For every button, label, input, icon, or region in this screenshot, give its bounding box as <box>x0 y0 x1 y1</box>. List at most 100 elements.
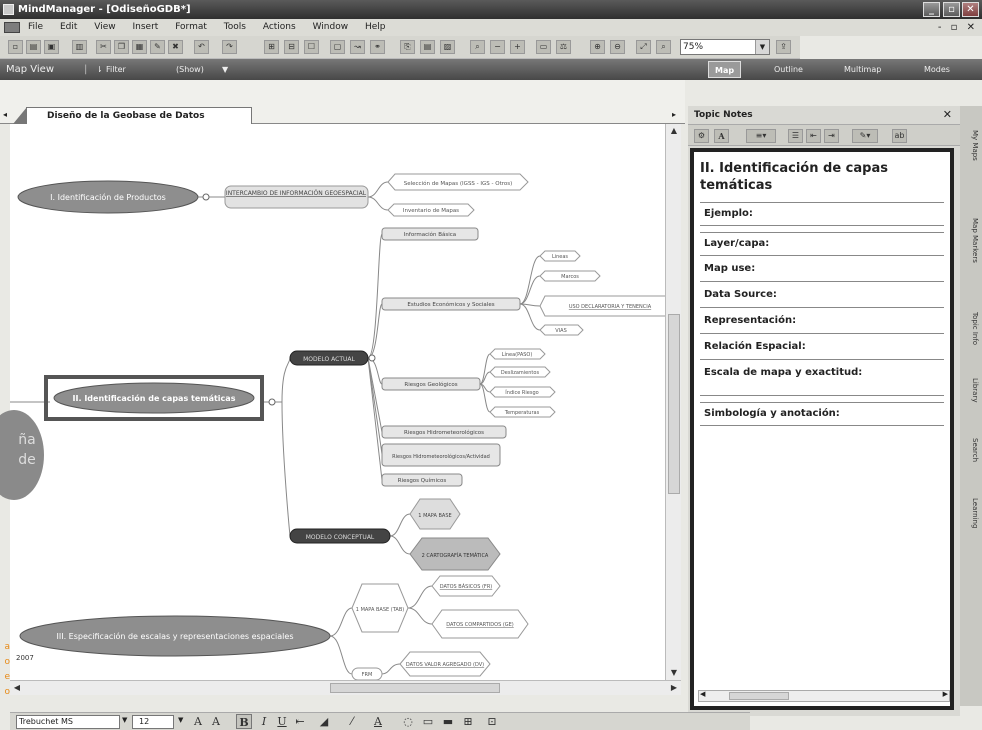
grow-font-icon[interactable]: A <box>190 714 206 729</box>
menu-help[interactable]: Help <box>365 19 386 36</box>
show-dropdown-icon[interactable]: ▼ <box>222 59 228 80</box>
tab-map[interactable]: Map <box>708 61 742 78</box>
format-painter-icon[interactable]: ✎ <box>150 40 165 54</box>
font-dropdown-icon[interactable]: ▼ <box>122 716 127 724</box>
horizontal-scroll-thumb[interactable] <box>330 683 500 693</box>
side-tab-my-maps[interactable]: My Maps <box>963 130 979 161</box>
boundary-icon[interactable]: ▢ <box>330 40 345 54</box>
bullets-icon[interactable]: ☰ <box>788 129 803 143</box>
notes-horizontal-scrollbar[interactable]: ◀ ▶ <box>698 690 950 702</box>
tab-outline[interactable]: Outline <box>768 61 809 78</box>
menu-edit[interactable]: Edit <box>60 19 77 36</box>
undo-icon[interactable]: ↶ <box>194 40 209 54</box>
menu-view[interactable]: View <box>94 19 115 36</box>
filter-button[interactable]: Filter <box>106 59 126 80</box>
scroll-left-icon[interactable]: ◀ <box>700 690 705 698</box>
font-size-select[interactable]: 12 <box>132 715 174 729</box>
zoom-out-icon[interactable]: ⊖ <box>610 40 625 54</box>
collapse-toggle[interactable] <box>268 398 276 406</box>
tab-scroll-right-icon[interactable]: ▸ <box>672 110 676 119</box>
notes-row[interactable]: Relación Espacial: <box>700 336 944 360</box>
mdi-controls[interactable]: - ▫ ✕ <box>938 19 978 36</box>
side-tab-learning[interactable]: Learning <box>963 498 979 528</box>
relationship-icon[interactable]: ↝ <box>350 40 365 54</box>
vertical-scrollbar[interactable]: ▲ ▼ <box>665 124 681 680</box>
delete-icon[interactable]: ✖ <box>168 40 183 54</box>
scroll-up-icon[interactable]: ▲ <box>667 124 681 138</box>
side-tab-library[interactable]: Library <box>963 378 979 402</box>
highlight-icon[interactable]: ✎▾ <box>852 129 878 143</box>
font-color-icon[interactable]: A <box>370 714 386 729</box>
notes-row[interactable]: Ejemplo: <box>700 202 944 226</box>
side-tab-topic-info[interactable]: Topic Info <box>963 312 979 345</box>
scroll-right-icon[interactable]: ▶ <box>943 690 948 698</box>
underline-icon[interactable]: U <box>274 714 290 729</box>
scroll-left-icon[interactable]: ◀ <box>10 681 24 695</box>
scroll-down-icon[interactable]: ▼ <box>667 666 681 680</box>
map-canvas[interactable]: I. Identificación de Productos INTERCAMB… <box>10 124 675 680</box>
presentation-icon[interactable]: ▭ <box>536 40 551 54</box>
notes-icon[interactable]: ▤ <box>420 40 435 54</box>
indent-increase-icon[interactable]: ⇥ <box>824 129 839 143</box>
cut-icon[interactable]: ✂ <box>96 40 111 54</box>
notes-row[interactable]: Map use: <box>700 258 944 282</box>
callout-icon[interactable]: ☐ <box>304 40 319 54</box>
redo-icon[interactable]: ↷ <box>222 40 237 54</box>
copy-icon[interactable]: ❐ <box>114 40 129 54</box>
chevron-down-icon[interactable]: ▼ <box>755 40 769 54</box>
document-tab[interactable]: Diseño de la Geobase de Datos <box>13 107 252 124</box>
menu-window[interactable]: Window <box>313 19 349 36</box>
vertical-scroll-thumb[interactable] <box>668 314 680 494</box>
close-icon[interactable]: ✕ <box>943 106 952 124</box>
zoom-in-icon[interactable]: ⊕ <box>590 40 605 54</box>
expand-icon[interactable]: + <box>510 40 525 54</box>
paste-icon[interactable]: ▦ <box>132 40 147 54</box>
notes-row[interactable]: Layer/capa: <box>700 232 944 256</box>
topic-shape-icon[interactable]: ▭ <box>420 714 436 729</box>
find-icon[interactable]: ⌕ <box>470 40 485 54</box>
insert-subtopic-icon[interactable]: ⊟ <box>284 40 299 54</box>
notes-row[interactable]: Data Source: <box>700 284 944 308</box>
close-button[interactable]: ✕ <box>962 2 979 17</box>
filter-icon[interactable]: ⇂ <box>96 59 103 80</box>
notes-options-icon[interactable]: ⚙ <box>694 129 709 143</box>
menu-tools[interactable]: Tools <box>224 19 246 36</box>
shape-icon[interactable]: ◌ <box>400 714 416 729</box>
menu-insert[interactable]: Insert <box>132 19 158 36</box>
fill-color-icon[interactable]: ◢ <box>316 714 332 729</box>
balance-map-icon[interactable]: ⚖ <box>556 40 571 54</box>
align-left-icon[interactable]: ⇤ <box>292 714 308 729</box>
tab-multimap[interactable]: Multimap <box>838 61 887 78</box>
menu-file[interactable]: File <box>28 19 43 36</box>
line-color-icon[interactable]: ⁄ <box>344 714 360 729</box>
indent-decrease-icon[interactable]: ⇤ <box>806 129 821 143</box>
zoom-select[interactable]: 75% ▼ <box>680 39 770 55</box>
menu-format[interactable]: Format <box>175 19 207 36</box>
hyperlink-icon[interactable]: ⚭ <box>370 40 385 54</box>
side-tab-search[interactable]: Search <box>963 438 979 462</box>
collapse-toggle[interactable] <box>368 354 376 362</box>
scroll-right-icon[interactable]: ▶ <box>667 681 681 695</box>
tab-scroll-left-icon[interactable]: ◂ <box>3 110 7 119</box>
shrink-font-icon[interactable]: A <box>208 714 224 729</box>
notes-editor[interactable]: II. Identificación de capas temáticas Ej… <box>690 148 954 710</box>
menu-actions[interactable]: Actions <box>263 19 296 36</box>
image-icon[interactable]: ▨ <box>440 40 455 54</box>
italic-icon[interactable]: I <box>256 714 272 729</box>
save-icon[interactable]: ▣ <box>44 40 59 54</box>
zoom-icon[interactable]: ⌕ <box>656 40 671 54</box>
tab-modes[interactable]: Modes <box>918 61 956 78</box>
maximize-button[interactable]: ▫ <box>943 2 960 17</box>
alignment-icon[interactable]: ⊡ <box>484 714 500 729</box>
collapse-icon[interactable]: − <box>490 40 505 54</box>
bold-icon[interactable]: B <box>236 714 252 729</box>
open-icon[interactable]: ▤ <box>26 40 41 54</box>
size-dropdown-icon[interactable]: ▼ <box>178 716 183 724</box>
font-select[interactable]: Trebuchet MS <box>16 715 120 729</box>
horizontal-scrollbar[interactable]: ◀ ▶ <box>10 680 681 695</box>
font-icon[interactable]: A <box>714 129 729 143</box>
notes-row[interactable]: Simbología y anotación: <box>700 402 944 426</box>
layout-icon[interactable]: ▬ <box>440 714 456 729</box>
map-parts-icon[interactable]: ⇪ <box>776 40 791 54</box>
side-tab-map-markers[interactable]: Map Markers <box>963 218 979 263</box>
